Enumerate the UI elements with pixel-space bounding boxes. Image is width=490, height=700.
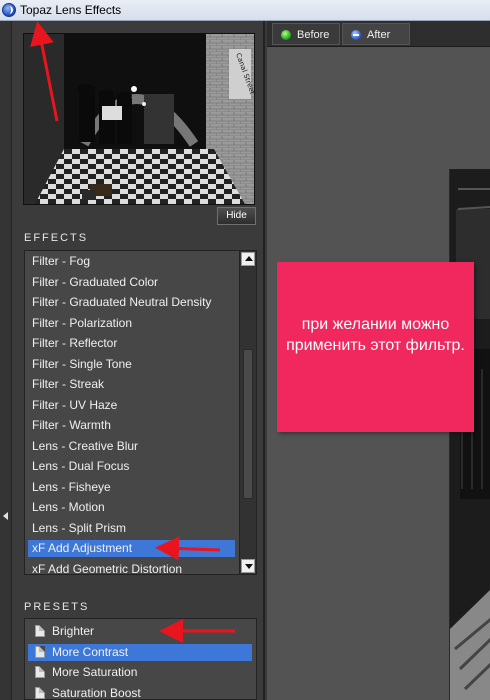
effect-item-streak[interactable]: Filter - Streak — [28, 376, 104, 393]
effect-item-polarization[interactable]: Filter - Polarization — [28, 315, 132, 332]
tab-before-label: Before — [297, 29, 330, 41]
annotation-text: при желании можно применить этот фильтр. — [286, 316, 465, 354]
tab-after-label: After — [367, 29, 391, 41]
effect-item-graduated-nd[interactable]: Filter - Graduated Neutral Density — [28, 294, 211, 311]
preset-item-brighter[interactable]: Brighter — [28, 623, 94, 640]
title-bar: Topaz Lens Effects — [0, 0, 490, 21]
effect-item-creative-blur[interactable]: Lens - Creative Blur — [28, 438, 138, 455]
effect-item-reflector[interactable]: Filter - Reflector — [28, 335, 117, 352]
topaz-logo-icon[interactable] — [2, 3, 16, 17]
preset-label: Brighter — [52, 624, 95, 638]
preset-label: Saturation Boost — [52, 685, 141, 700]
preset-document-icon — [35, 625, 45, 637]
effect-item-motion[interactable]: Lens - Motion — [28, 499, 105, 516]
preset-document-icon — [35, 666, 45, 678]
effect-item-warmth[interactable]: Filter - Warmth — [28, 417, 111, 434]
left-panel: Canal Street Hide EFFECTS Filter - Fog F… — [13, 21, 265, 700]
effect-item-xf-add-adjustment[interactable]: xF Add Adjustment — [28, 540, 235, 557]
blue-dot-icon — [351, 30, 361, 40]
window-title: Topaz Lens Effects — [20, 3, 122, 17]
preset-item-more-saturation[interactable]: More Saturation — [28, 664, 137, 681]
tab-after[interactable]: After — [342, 23, 410, 45]
effect-item-single-tone[interactable]: Filter - Single Tone — [28, 356, 132, 373]
main-photo-image — [450, 169, 490, 700]
presets-list[interactable]: Brighter More Contrast More Saturation S… — [24, 618, 257, 700]
view-tabs: Before After — [267, 21, 490, 47]
scroll-thumb[interactable] — [243, 349, 253, 499]
annotation-callout: при желании можно применить этот фильтр. — [277, 262, 474, 432]
effect-item-fisheye[interactable]: Lens - Fisheye — [28, 479, 111, 496]
hide-preview-button[interactable]: Hide — [217, 207, 256, 225]
scroll-down-icon[interactable] — [241, 559, 255, 573]
effects-scrollbar[interactable] — [239, 251, 256, 574]
green-dot-icon — [281, 30, 291, 40]
collapse-arrow-icon[interactable] — [3, 512, 8, 520]
preset-document-icon — [35, 686, 45, 699]
main-photo — [449, 169, 490, 700]
scroll-up-icon[interactable] — [241, 252, 255, 266]
effect-item-dual-focus[interactable]: Lens - Dual Focus — [28, 458, 129, 475]
preset-document-icon — [35, 645, 45, 658]
effects-list[interactable]: Filter - Fog Filter - Graduated Color Fi… — [24, 250, 257, 575]
preview-image: Canal Street — [24, 34, 254, 204]
effect-item-fog[interactable]: Filter - Fog — [28, 253, 90, 270]
panel-collapse-strip[interactable] — [0, 21, 12, 700]
effect-item-split-prism[interactable]: Lens - Split Prism — [28, 520, 126, 537]
effects-section-title: EFFECTS — [24, 232, 89, 244]
presets-section-title: PRESETS — [24, 601, 90, 613]
preset-label: More Saturation — [52, 665, 138, 679]
effect-item-graduated-color[interactable]: Filter - Graduated Color — [28, 274, 158, 291]
preset-label: More Contrast — [52, 644, 129, 659]
tab-before[interactable]: Before — [272, 23, 340, 45]
effect-item-xf-add-geometric-distortion[interactable]: xF Add Geometric Distortion — [28, 561, 182, 575]
preset-item-more-contrast[interactable]: More Contrast — [28, 643, 252, 661]
preview-thumbnail: Canal Street — [23, 33, 255, 205]
preset-item-saturation-boost[interactable]: Saturation Boost — [28, 685, 141, 700]
effect-item-uv-haze[interactable]: Filter - UV Haze — [28, 397, 117, 414]
